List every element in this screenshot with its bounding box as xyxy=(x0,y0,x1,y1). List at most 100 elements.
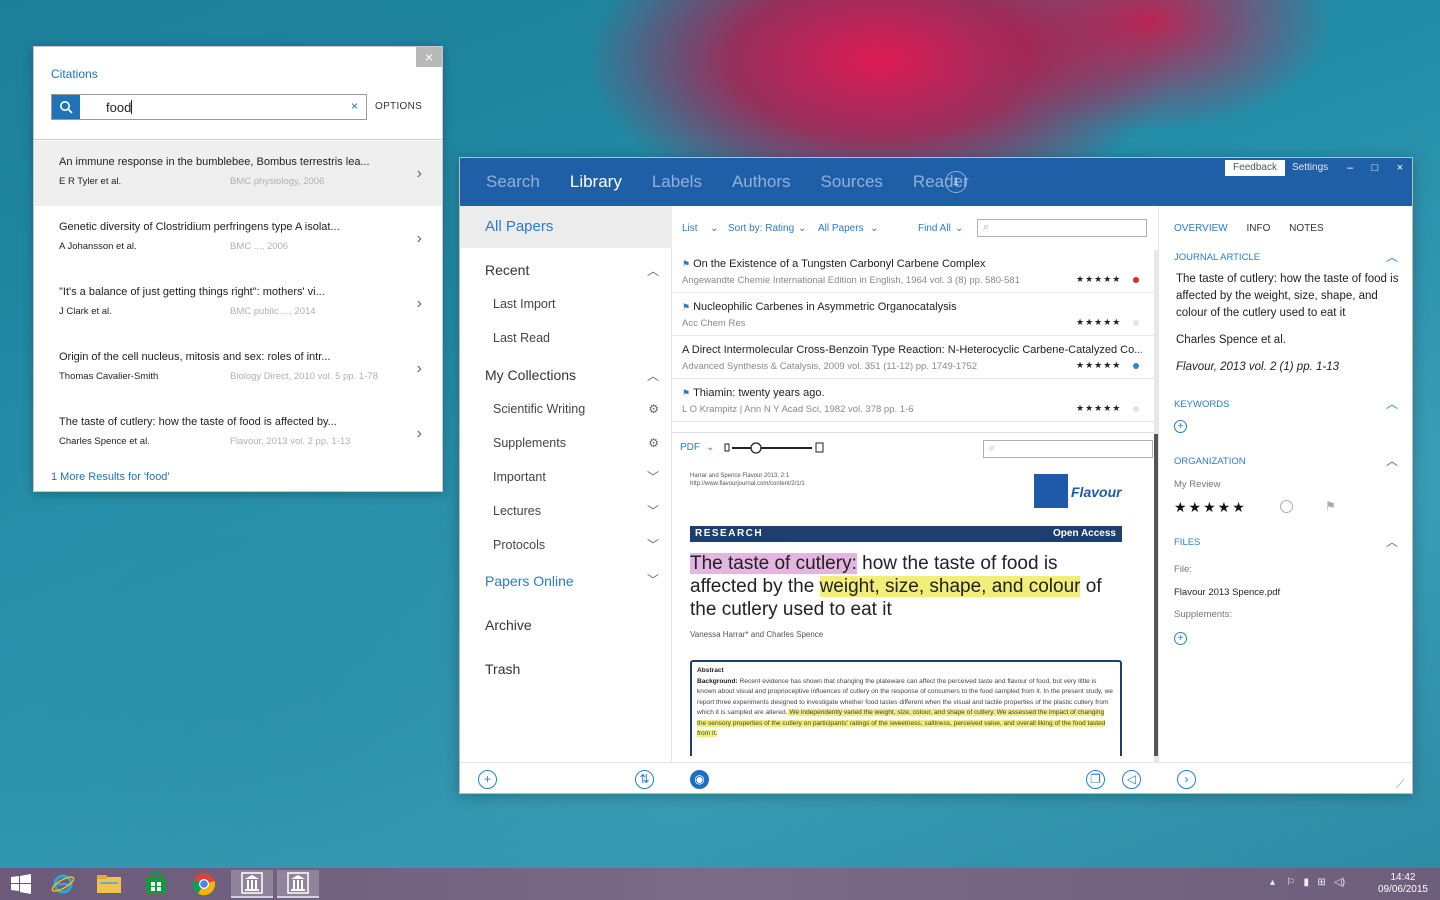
maximize-button[interactable]: □ xyxy=(1365,160,1385,176)
rating-stars[interactable]: ★★★★★ xyxy=(1076,274,1121,285)
paper-row[interactable]: ⚑ On the Existence of a Tungsten Carbonyl… xyxy=(672,250,1154,293)
filter-dropdown[interactable]: All Papers xyxy=(818,223,864,234)
chevron-up-icon[interactable]: ︿ xyxy=(1386,452,1398,469)
clock[interactable]: 14:42 09/06/2015 xyxy=(1378,872,1428,896)
chevron-down-icon[interactable]: ⌄ xyxy=(710,223,718,234)
pdf-viewer[interactable]: Harrar and Spence Flavour 2013, 2:1 http… xyxy=(678,464,1152,756)
gear-icon[interactable]: ⚙ xyxy=(648,436,659,450)
chevron-down-icon[interactable]: ⌄ xyxy=(955,223,963,234)
add-supplement-icon[interactable]: + xyxy=(1174,632,1187,645)
rating-stars[interactable]: ★★★★★ xyxy=(1076,317,1121,328)
chevron-up-icon[interactable]: ︿ xyxy=(1386,395,1398,412)
add-keyword-icon[interactable]: + xyxy=(1174,420,1187,433)
feedback-button[interactable]: Feedback xyxy=(1225,160,1285,176)
close-button[interactable]: × xyxy=(1390,160,1410,176)
sidebar-item-important[interactable]: Important xyxy=(493,470,546,484)
search-icon[interactable] xyxy=(52,95,80,119)
chevron-down-icon[interactable]: ⌄ xyxy=(706,442,714,453)
paper-row[interactable]: ⚑ Nucleophilic Carbenes in Asymmetric Org… xyxy=(672,293,1154,336)
section-keywords[interactable]: KEYWORDS xyxy=(1174,399,1229,410)
chrome-icon[interactable] xyxy=(183,870,225,898)
library-search-input[interactable]: ⌕ xyxy=(977,219,1147,237)
sidebar-item-last-import[interactable]: Last Import xyxy=(493,297,556,311)
chevron-down-icon[interactable]: ⌄ xyxy=(798,223,806,234)
find-all-dropdown[interactable]: Find All xyxy=(918,223,951,234)
chevron-down-icon[interactable]: ﹀ xyxy=(647,502,659,519)
store-icon[interactable] xyxy=(135,870,177,898)
sidebar-item-archive[interactable]: Archive xyxy=(485,617,532,633)
minimize-button[interactable]: – xyxy=(1340,160,1360,176)
tab-authors[interactable]: Authors xyxy=(732,172,791,192)
sort-dropdown[interactable]: Sort by: Rating xyxy=(728,223,794,234)
battery-icon[interactable]: ▮ xyxy=(1303,877,1309,888)
chevron-up-icon[interactable]: ︿ xyxy=(1386,533,1398,550)
chevron-down-icon[interactable]: ﹀ xyxy=(647,468,659,485)
tab-library[interactable]: Library xyxy=(570,172,622,192)
tray-overflow-icon[interactable]: ▴ xyxy=(1270,877,1275,888)
file-explorer-icon[interactable] xyxy=(88,870,130,898)
settings-button[interactable]: Settings xyxy=(1292,162,1328,173)
sidebar-item-protocols[interactable]: Protocols xyxy=(493,538,545,552)
tab-notes[interactable]: NOTES xyxy=(1289,223,1323,234)
sidebar-item-papers-online[interactable]: Papers Online xyxy=(485,573,574,589)
section-organization[interactable]: ORGANIZATION xyxy=(1174,456,1246,467)
sidebar-item-trash[interactable]: Trash xyxy=(485,661,520,677)
citations-search-input[interactable]: food xyxy=(106,100,132,115)
citation-result[interactable]: Genetic diversity of Clostridium perfrin… xyxy=(34,206,442,271)
chevron-up-icon[interactable]: ︿ xyxy=(1386,248,1398,265)
tab-search[interactable]: Search xyxy=(486,172,540,192)
citation-result[interactable]: "It's a balance of just getting things r… xyxy=(34,271,442,336)
chevron-down-icon[interactable]: ﹀ xyxy=(647,571,659,588)
resize-grip-icon[interactable]: ⟋ xyxy=(1396,777,1404,792)
review-rating-stars[interactable]: ★★★★★ xyxy=(1174,499,1247,516)
citation-result[interactable]: The taste of cutlery: how the taste of f… xyxy=(34,401,442,466)
sidebar-item-lectures[interactable]: Lectures xyxy=(493,504,541,518)
chevron-down-icon[interactable]: ﹀ xyxy=(647,536,659,553)
network-icon[interactable]: ⊞ xyxy=(1317,877,1325,888)
document-search-input[interactable]: ⌕ xyxy=(983,440,1153,458)
citation-result[interactable]: An immune response in the bumblebee, Bom… xyxy=(34,141,442,206)
section-journal-article[interactable]: JOURNAL ARTICLE xyxy=(1174,252,1260,263)
paper-row[interactable]: A Direct Intermolecular Cross-Benzoin Ty… xyxy=(672,336,1154,379)
tab-overview[interactable]: OVERVIEW xyxy=(1174,223,1228,234)
chevron-down-icon[interactable]: ⌄ xyxy=(870,223,878,234)
clear-search-icon[interactable]: × xyxy=(351,99,358,113)
sidebar-item-my-collections[interactable]: My Collections xyxy=(485,367,576,383)
sidebar-item-last-read[interactable]: Last Read xyxy=(493,331,550,345)
sidebar-item-all-papers[interactable]: All Papers xyxy=(460,206,672,248)
citation-result[interactable]: Origin of the cell nucleus, mitosis and … xyxy=(34,336,442,401)
sidebar-item-supplements[interactable]: Supplements xyxy=(493,436,566,450)
sidebar-item-scientific-writing[interactable]: Scientific Writing xyxy=(493,402,585,416)
eye-icon[interactable]: ◉ xyxy=(690,770,709,789)
tab-labels[interactable]: Labels xyxy=(652,172,702,192)
options-button[interactable]: OPTIONS xyxy=(375,101,422,112)
citations-close-button[interactable]: × xyxy=(416,47,442,67)
sidebar-item-recent[interactable]: Recent xyxy=(485,262,529,278)
section-files[interactable]: FILES xyxy=(1174,537,1200,548)
copy-icon[interactable]: ❐ xyxy=(1086,770,1105,789)
action-center-icon[interactable]: ⚐ xyxy=(1286,877,1295,888)
add-icon[interactable]: + xyxy=(478,770,497,789)
gear-icon[interactable]: ⚙ xyxy=(648,402,659,416)
zoom-slider[interactable] xyxy=(724,441,828,455)
citations-search-field[interactable]: food × xyxy=(51,94,367,120)
file-name-link[interactable]: Flavour 2013 Spence.pdf xyxy=(1174,587,1280,598)
volume-icon[interactable]: ◁) xyxy=(1334,877,1345,888)
more-results-link[interactable]: 1 More Results for 'food' xyxy=(51,471,170,483)
sort-filter-icon[interactable]: ⇅ xyxy=(635,770,654,789)
rating-stars[interactable]: ★★★★★ xyxy=(1076,360,1121,371)
paper-row[interactable]: ⚑ Thiamin: twenty years ago. L O Krampitz… xyxy=(672,379,1154,422)
papers-app-icon[interactable] xyxy=(231,870,273,898)
papers-app-icon[interactable] xyxy=(277,870,319,898)
format-dropdown[interactable]: PDF xyxy=(680,442,700,453)
chevron-up-icon[interactable]: ︿ xyxy=(647,262,659,279)
view-mode-dropdown[interactable]: List xyxy=(682,223,698,234)
rating-stars[interactable]: ★★★★★ xyxy=(1076,403,1121,414)
next-icon[interactable]: › xyxy=(1177,770,1196,789)
chevron-up-icon[interactable]: ︿ xyxy=(647,367,659,384)
target-icon[interactable] xyxy=(1280,500,1293,513)
tab-sources[interactable]: Sources xyxy=(821,172,883,192)
tab-info[interactable]: INFO xyxy=(1247,223,1271,234)
share-icon[interactable]: ◁ xyxy=(1122,770,1141,789)
flag-icon[interactable]: ⚑ xyxy=(1325,499,1336,513)
